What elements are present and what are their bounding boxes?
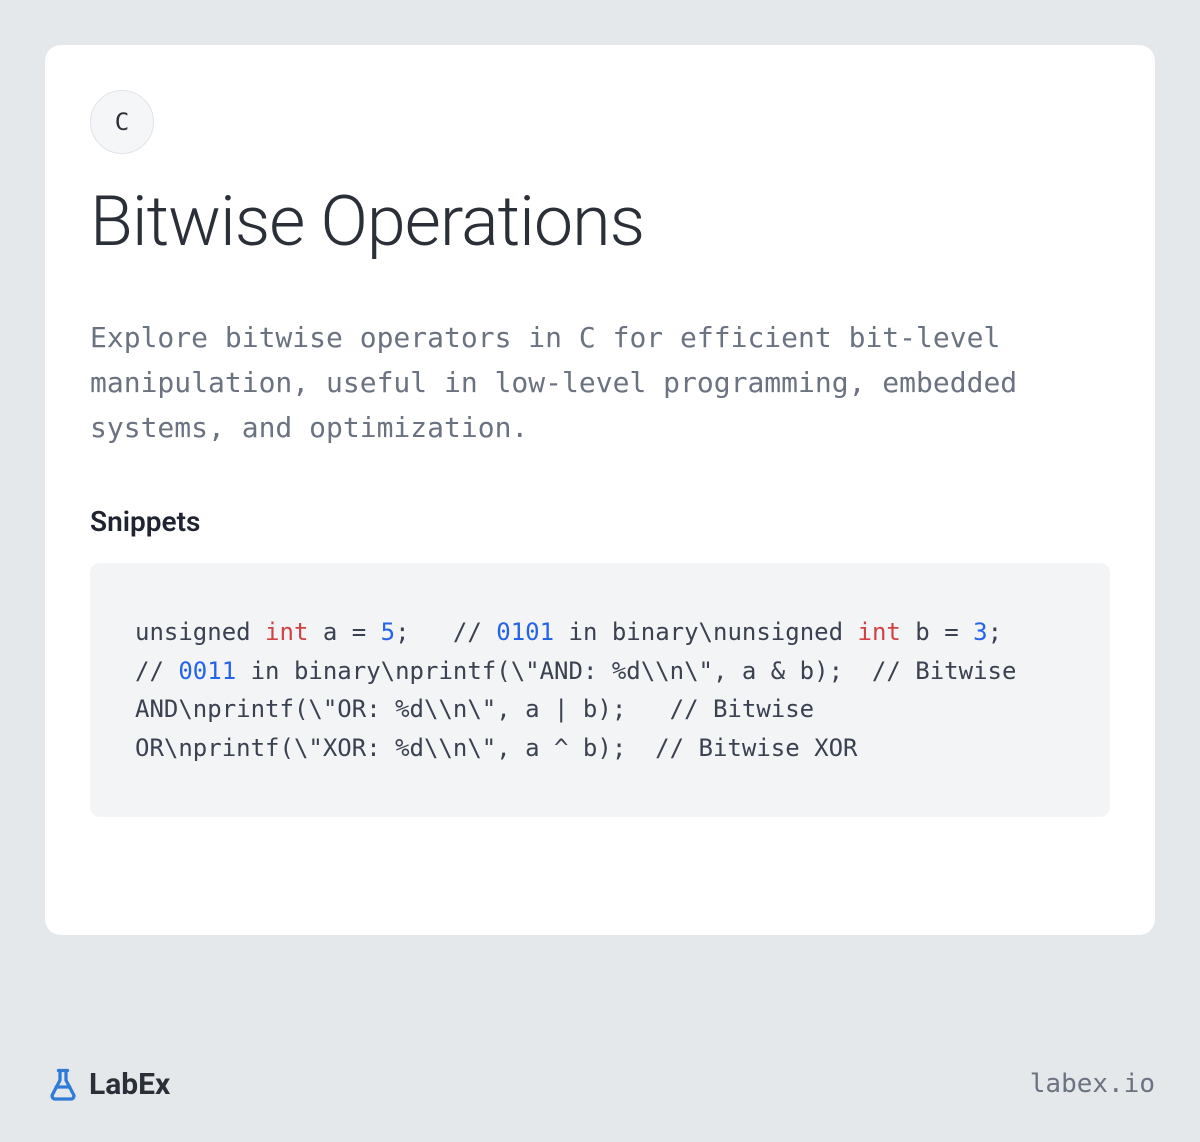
flask-icon — [45, 1066, 81, 1102]
code-snippet: unsigned int a = 5; // 0101 in binary\nu… — [90, 563, 1110, 817]
brand-logo: LabEx — [45, 1066, 170, 1102]
brand-name: LabEx — [89, 1067, 170, 1102]
snippets-heading: Snippets — [90, 505, 1110, 538]
description-text: Explore bitwise operators in C for effic… — [90, 316, 1110, 450]
footer: LabEx labex.io — [45, 1066, 1155, 1102]
language-badge: C — [90, 90, 154, 154]
content-card: C Bitwise Operations Explore bitwise ope… — [45, 45, 1155, 935]
page-title: Bitwise Operations — [90, 184, 1110, 261]
site-url: labex.io — [1030, 1069, 1155, 1099]
